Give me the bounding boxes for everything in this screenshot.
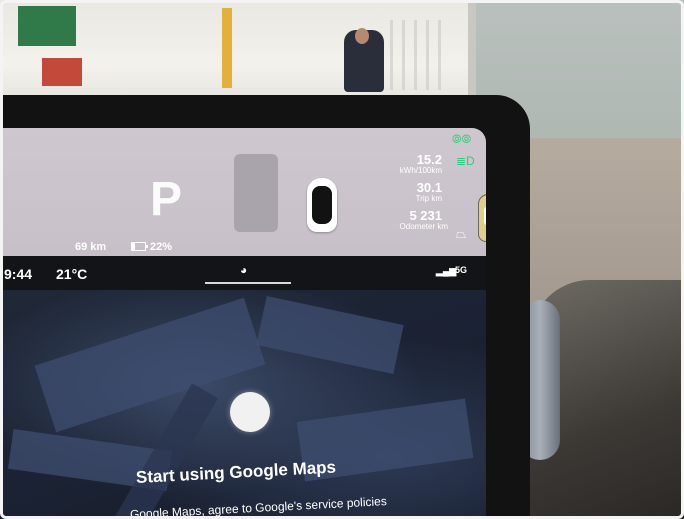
range-readout: 69 km — [75, 241, 107, 253]
parking-light-icon: ⦾⦾ — [452, 132, 472, 146]
battery-icon — [131, 242, 148, 251]
photo-scene: P ⦾⦾ 15.2 kWh/100km ≣D 30.1 Trip km 5 23… — [0, 0, 684, 519]
car-doors-open-icon — [478, 194, 486, 242]
efficiency-value: 15.2 — [416, 152, 442, 167]
background-rack — [390, 20, 450, 90]
status-bar: 9:44 21°C ◕ ▂▄▆ 5G — [0, 256, 486, 290]
map-road — [256, 295, 404, 375]
trip-value: 30.1 — [416, 180, 442, 195]
headlight-icon: ≣D — [456, 154, 475, 168]
car-top-view-icon — [307, 178, 337, 232]
battery-percent: 22% — [150, 241, 173, 253]
wiper-icon: ⏢ — [456, 226, 467, 241]
clock: 9:44 — [4, 266, 33, 282]
infotainment-screen: P ⦾⦾ 15.2 kWh/100km ≣D 30.1 Trip km 5 23… — [0, 128, 486, 519]
signal-bars-icon: ▂▄▆ — [436, 266, 457, 276]
gear-indicator: P — [150, 173, 184, 226]
voice-assistant-icon[interactable]: ◕ — [240, 263, 247, 277]
map-view[interactable]: Start using Google Maps ...Google Maps, … — [0, 290, 486, 519]
odometer-unit: Odometer km — [399, 222, 448, 231]
background-sign — [18, 6, 76, 46]
network-type: 5G — [455, 265, 468, 275]
location-dot-icon — [230, 392, 270, 432]
background-person-head — [355, 28, 369, 44]
handle-bar[interactable] — [205, 282, 291, 284]
background-poster — [222, 8, 232, 88]
outside-temperature: 21°C — [56, 266, 88, 282]
odometer-value: 5 231 — [409, 208, 442, 223]
background-sign — [42, 58, 82, 86]
trip-unit: Trip km — [415, 194, 442, 203]
car-status-card[interactable] — [234, 154, 486, 242]
efficiency-unit: kWh/100km — [399, 166, 442, 175]
instrument-cluster: P ⦾⦾ 15.2 kWh/100km ≣D 30.1 Trip km 5 23… — [0, 128, 486, 256]
